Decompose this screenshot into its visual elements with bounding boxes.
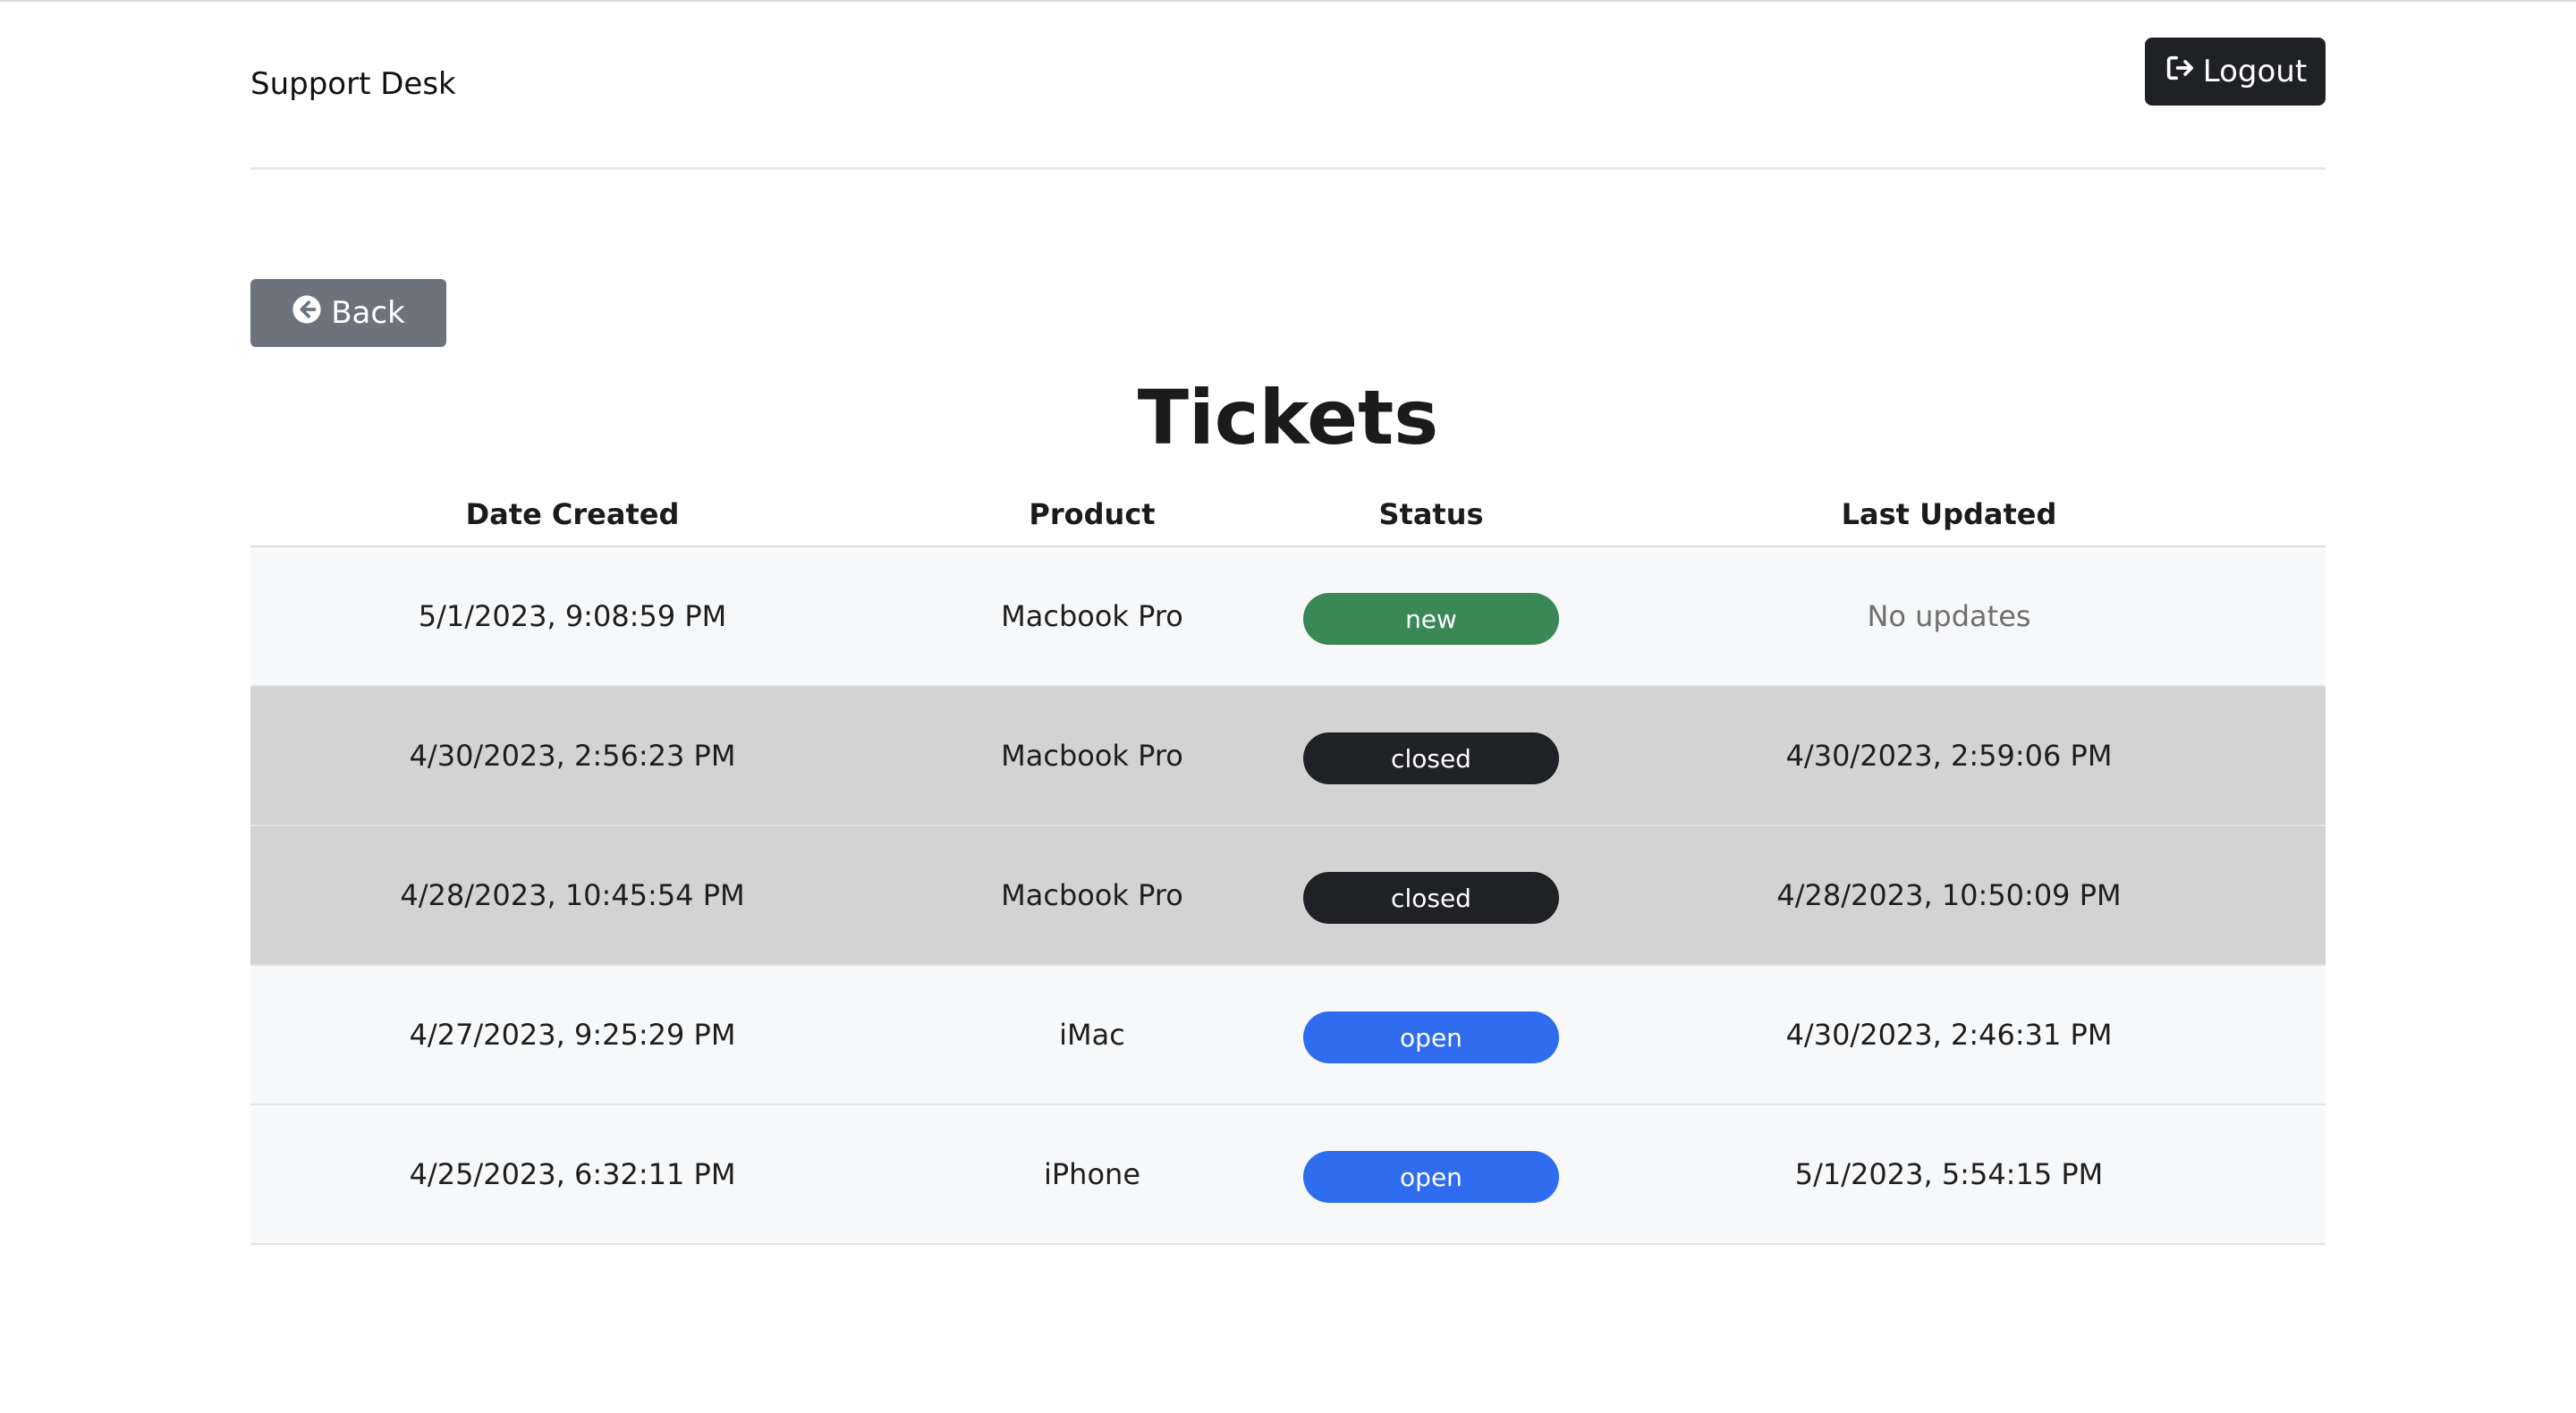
column-header-product: Product: [1029, 497, 1156, 531]
table-row[interactable]: 5/1/2023, 9:08:59 PM Macbook Pro new No …: [250, 547, 2326, 687]
cell-product: Macbook Pro: [1001, 878, 1183, 912]
column-header-date-created: Date Created: [465, 497, 680, 531]
status-badge: closed: [1303, 732, 1559, 784]
cell-product: Macbook Pro: [1001, 599, 1183, 633]
logout-button[interactable]: Logout: [2145, 38, 2326, 106]
table-row[interactable]: 4/30/2023, 2:56:23 PM Macbook Pro closed…: [250, 687, 2326, 826]
cell-date-created: 4/27/2023, 9:25:29 PM: [409, 1018, 736, 1052]
brand-link[interactable]: Support Desk: [250, 66, 456, 102]
cell-status: open: [1290, 1146, 1572, 1203]
status-badge: closed: [1303, 872, 1559, 924]
cell-last-updated: No updates: [1867, 599, 2031, 633]
arrow-circle-left-icon: [292, 294, 322, 333]
table-header: Date Created Product Status Last Updated: [250, 483, 2326, 547]
cell-product: iMac: [1059, 1018, 1125, 1052]
cell-last-updated: 4/30/2023, 2:59:06 PM: [1785, 739, 2113, 773]
cell-date-created: 4/30/2023, 2:56:23 PM: [409, 739, 736, 773]
cell-last-updated: 4/30/2023, 2:46:31 PM: [1785, 1018, 2113, 1052]
cell-product: Macbook Pro: [1001, 739, 1183, 773]
column-header-status: Status: [1378, 497, 1484, 531]
cell-status: closed: [1290, 867, 1572, 924]
cell-status: new: [1290, 588, 1572, 645]
logout-label: Logout: [2202, 54, 2308, 89]
column-header-last-updated: Last Updated: [1841, 497, 2057, 531]
table-row[interactable]: 4/27/2023, 9:25:29 PM iMac open 4/30/202…: [250, 966, 2326, 1105]
cell-date-created: 4/25/2023, 6:32:11 PM: [409, 1157, 736, 1191]
sign-out-icon: [2164, 53, 2194, 91]
cell-product: iPhone: [1043, 1157, 1140, 1191]
status-badge: open: [1303, 1011, 1559, 1063]
table-row[interactable]: 4/28/2023, 10:45:54 PM Macbook Pro close…: [250, 826, 2326, 966]
cell-status: open: [1290, 1006, 1572, 1063]
page-title: Tickets: [1137, 374, 1439, 461]
header: Support Desk Logout: [250, 0, 2326, 170]
table-row[interactable]: 4/25/2023, 6:32:11 PM iPhone open 5/1/20…: [250, 1105, 2326, 1245]
back-button[interactable]: Back: [250, 279, 446, 347]
tickets-table: Date Created Product Status Last Updated…: [250, 483, 2326, 1245]
back-label: Back: [331, 295, 405, 331]
cell-last-updated: 5/1/2023, 5:54:15 PM: [1794, 1157, 2104, 1191]
cell-date-created: 4/28/2023, 10:45:54 PM: [400, 878, 745, 912]
page-container: Support Desk Logout Back Tickets Date Cr…: [250, 0, 2326, 1245]
status-badge: new: [1303, 593, 1559, 645]
cell-date-created: 5/1/2023, 9:08:59 PM: [418, 599, 727, 633]
status-badge: open: [1303, 1151, 1559, 1203]
cell-last-updated: 4/28/2023, 10:50:09 PM: [1776, 878, 2122, 912]
cell-status: closed: [1290, 727, 1572, 784]
